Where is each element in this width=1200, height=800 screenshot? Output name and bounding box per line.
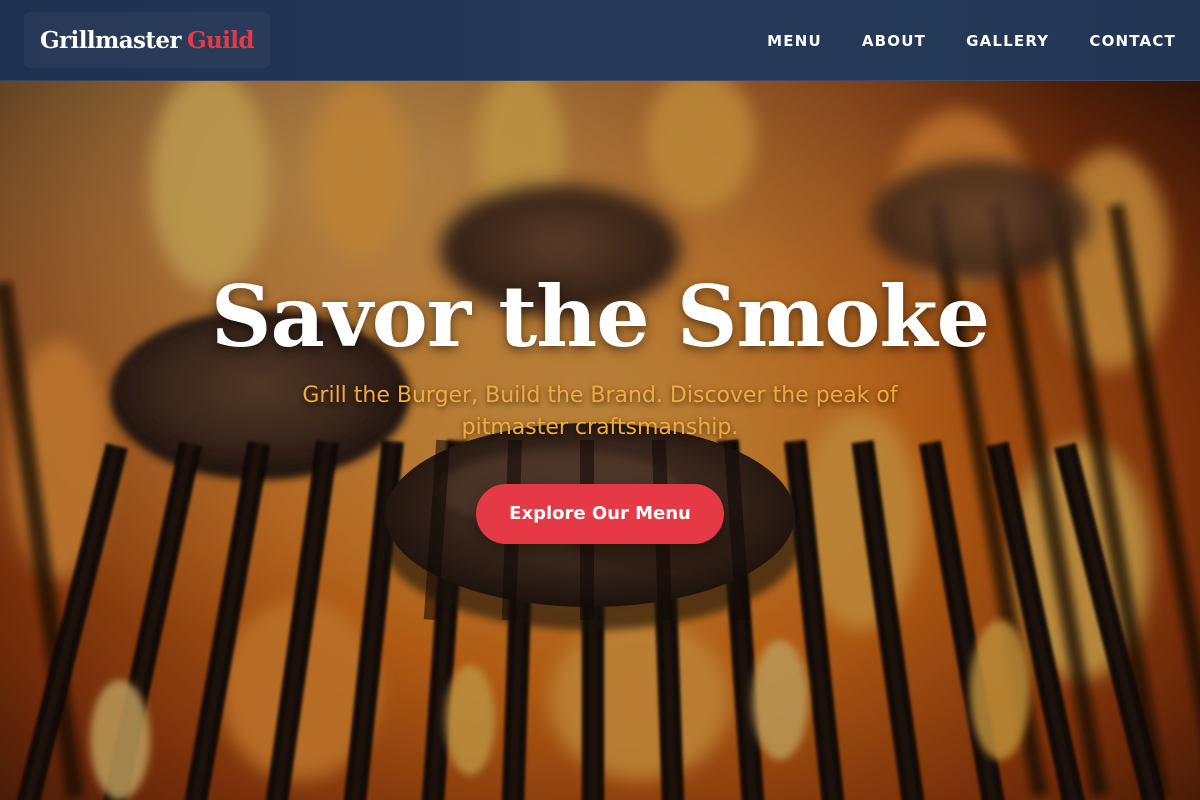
- hero-tagline: Grill the Burger, Build the Brand. Disco…: [302, 383, 898, 440]
- landing-page: Grillmaster Guild MENU ABOUT GALLERY CON…: [0, 0, 1200, 800]
- brand-name-accent: Guild: [186, 26, 255, 54]
- explore-menu-button[interactable]: Explore Our Menu: [476, 484, 724, 544]
- hero-title: Savor the Smoke: [210, 267, 990, 366]
- main-nav: MENU ABOUT GALLERY CONTACT: [767, 0, 1176, 81]
- nav-link-contact[interactable]: CONTACT: [1089, 32, 1176, 50]
- nav-link-menu[interactable]: MENU: [767, 32, 822, 50]
- nav-link-about[interactable]: ABOUT: [862, 32, 926, 50]
- brand-name-main: Grillmaster: [40, 26, 182, 54]
- hero-content: Savor the Smoke Grill the Burger, Build …: [0, 262, 1200, 544]
- site-header: Grillmaster Guild MENU ABOUT GALLERY CON…: [0, 0, 1200, 81]
- brand-logo[interactable]: Grillmaster Guild: [24, 12, 270, 68]
- nav-link-gallery[interactable]: GALLERY: [966, 32, 1049, 50]
